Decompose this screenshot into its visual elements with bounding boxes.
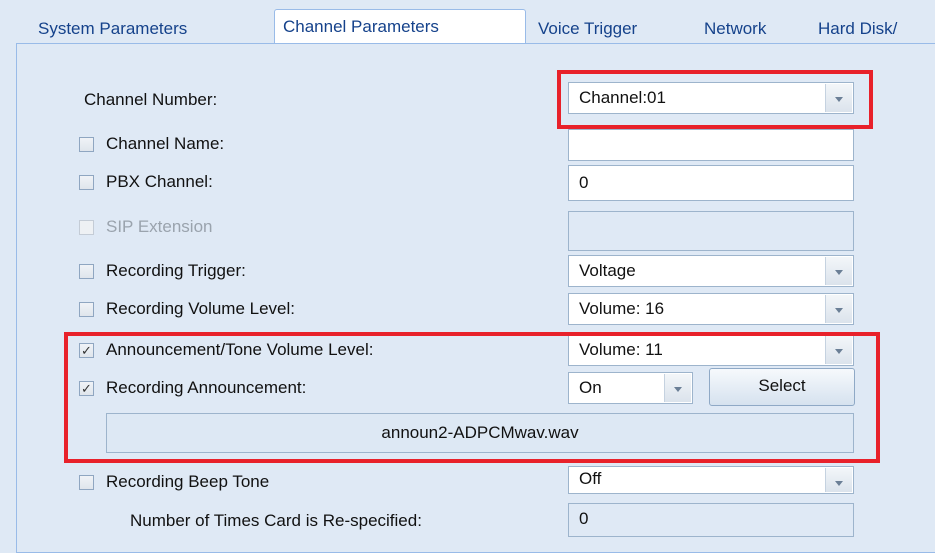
recording-trigger-select[interactable]: Voltage [568, 255, 854, 287]
channel-number-value: Channel:01 [579, 88, 666, 107]
announcement-file-display: announ2-ADPCMwav.wav [106, 413, 854, 453]
pbx-channel-label: PBX Channel: [106, 172, 213, 191]
channel-number-label: Channel Number: [84, 90, 218, 109]
sip-extension-input [568, 211, 854, 251]
tab-hard-disk[interactable]: Hard Disk/ [810, 14, 905, 44]
checkmark-icon: ✓ [81, 381, 92, 396]
chevron-down-icon[interactable] [825, 295, 852, 323]
recording-announcement-checkbox[interactable]: ✓ [79, 381, 94, 396]
tab-voice-trigger[interactable]: Voice Trigger [530, 14, 645, 44]
recording-volume-value: Volume: 16 [579, 299, 665, 318]
chevron-down-icon[interactable] [825, 468, 852, 492]
recording-volume-select[interactable]: Volume: 16 [568, 293, 854, 325]
tab-network[interactable]: Network [696, 14, 774, 44]
card-respecified-label: Number of Times Card is Re-specified: [130, 511, 422, 530]
pbx-channel-input[interactable]: 0 [568, 165, 854, 201]
announcement-volume-select[interactable]: Volume: 11 [568, 334, 854, 366]
chevron-down-icon[interactable] [825, 84, 852, 112]
recording-announcement-select[interactable]: On [568, 372, 693, 404]
recording-trigger-value: Voltage [579, 261, 636, 280]
announcement-volume-label: Announcement/Tone Volume Level: [106, 340, 374, 359]
channel-name-input[interactable] [568, 129, 854, 161]
recording-beep-select[interactable]: Off [568, 466, 854, 494]
channel-name-checkbox[interactable] [79, 137, 94, 152]
chevron-down-icon[interactable] [825, 336, 852, 364]
select-button[interactable]: Select [709, 368, 855, 406]
recording-beep-label: Recording Beep Tone [106, 472, 270, 491]
tab-channel-parameters[interactable]: Channel Parameters [274, 9, 526, 45]
recording-announcement-label: Recording Announcement: [106, 378, 307, 397]
tab-system-parameters[interactable]: System Parameters [30, 14, 195, 44]
card-respecified-input: 0 [568, 503, 854, 537]
recording-volume-checkbox[interactable] [79, 302, 94, 317]
sip-extension-checkbox [79, 220, 94, 235]
chevron-down-icon[interactable] [664, 374, 691, 402]
recording-volume-label: Recording Volume Level: [106, 299, 296, 318]
recording-trigger-label: Recording Trigger: [106, 261, 246, 280]
chevron-down-icon[interactable] [825, 257, 852, 285]
recording-beep-checkbox[interactable] [79, 475, 94, 490]
sip-extension-label: SIP Extension [106, 217, 213, 236]
channel-number-select[interactable]: Channel:01 [568, 82, 854, 114]
pbx-channel-checkbox[interactable] [79, 175, 94, 190]
recording-announcement-value: On [579, 378, 602, 397]
announcement-volume-checkbox[interactable]: ✓ [79, 343, 94, 358]
recording-trigger-checkbox[interactable] [79, 264, 94, 279]
checkmark-icon: ✓ [81, 343, 92, 358]
recording-beep-value: Off [579, 469, 602, 488]
announcement-volume-value: Volume: 11 [579, 340, 663, 359]
channel-name-label: Channel Name: [106, 134, 225, 153]
